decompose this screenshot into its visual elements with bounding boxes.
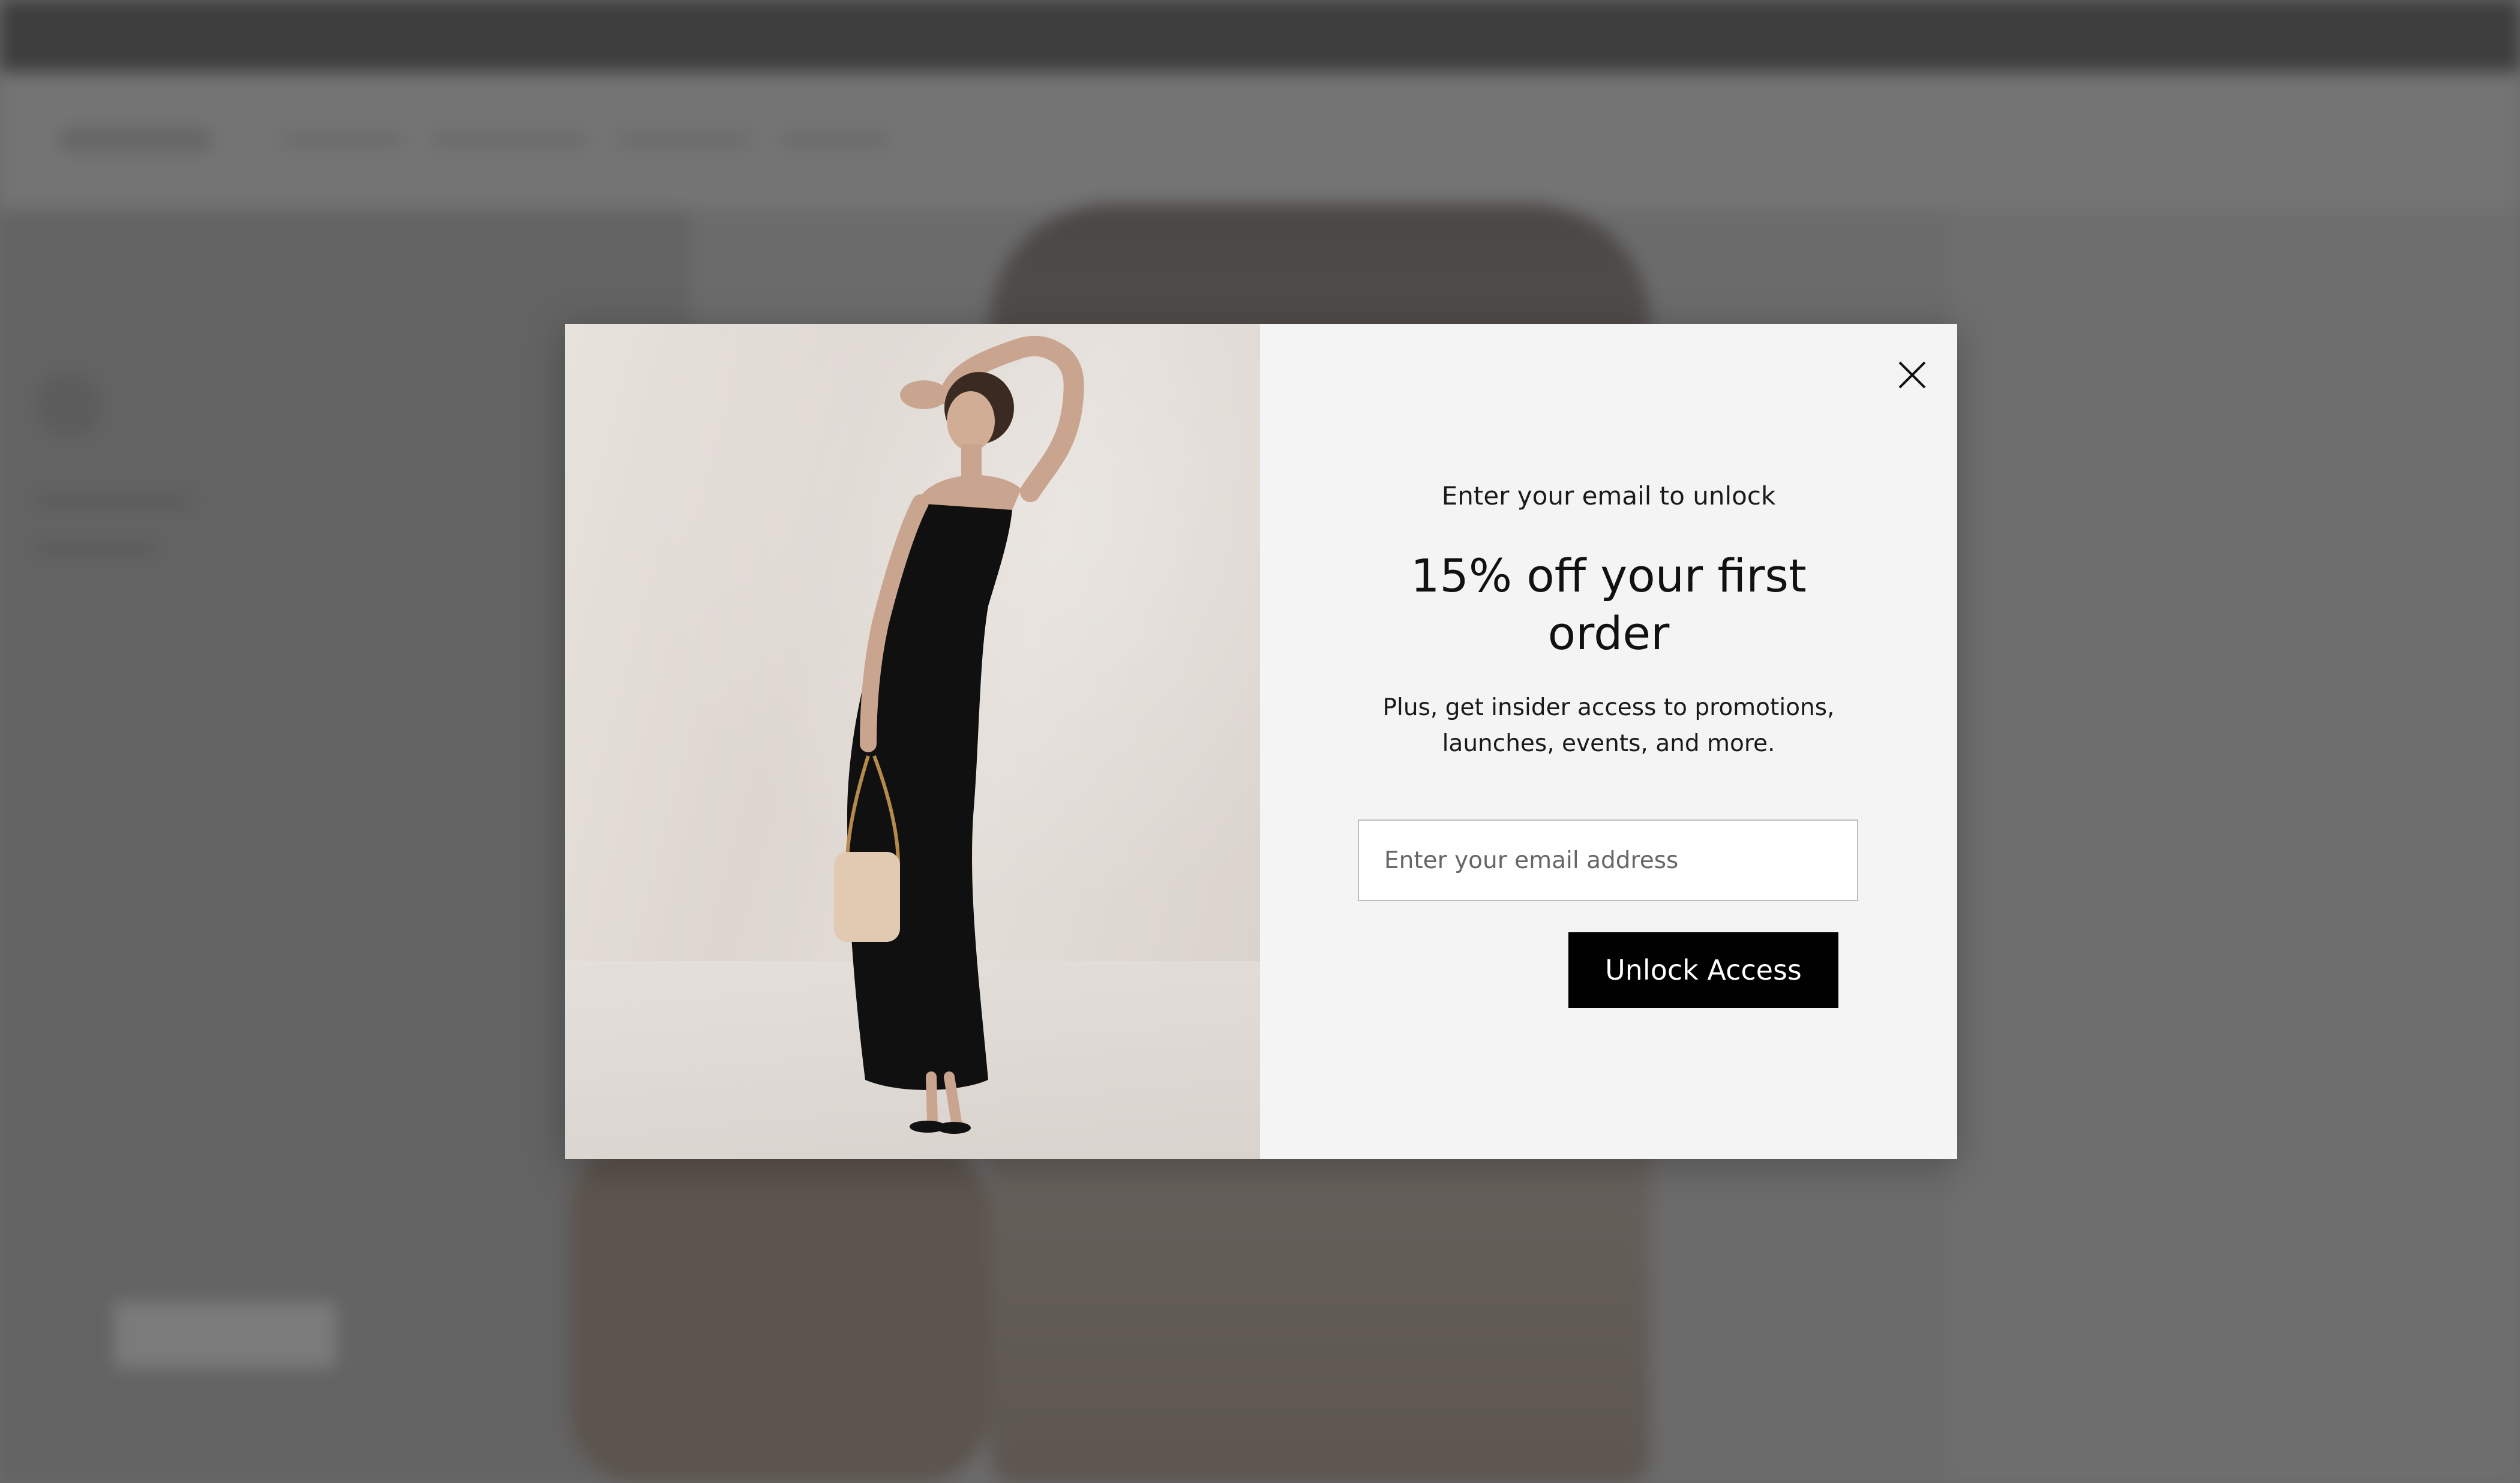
background-nav-item <box>618 133 750 146</box>
background-left-text <box>36 540 156 557</box>
model-photo <box>834 335 1084 1134</box>
background-left-text <box>36 492 192 509</box>
background-product-detail <box>570 1140 990 1483</box>
background-left-swatch <box>36 372 102 438</box>
email-input[interactable] <box>1358 819 1858 901</box>
modal-headline: 15% off your first order <box>1411 549 1807 660</box>
background-left-button <box>114 1302 336 1368</box>
modal-eyebrow: Enter your email to unlock <box>1441 481 1776 511</box>
background-nav-item <box>282 133 402 146</box>
close-icon <box>1898 361 1926 389</box>
modal-hero-image <box>565 324 1260 1159</box>
background-nav-item <box>780 133 888 146</box>
email-signup-modal: Enter your email to unlock 15% off your … <box>565 324 1957 1159</box>
modal-subtext: Plus, get insider access to promotions, … <box>1382 694 1835 757</box>
close-button[interactable] <box>1892 355 1932 395</box>
background-top-bar <box>0 0 2520 72</box>
page: Enter your email to unlock 15% off your … <box>0 0 2520 1483</box>
modal-content-panel: Enter your email to unlock 15% off your … <box>1260 324 1957 1159</box>
background-logo <box>60 129 210 151</box>
unlock-access-button[interactable]: Unlock Access <box>1568 932 1838 1008</box>
background-nav-item <box>432 133 588 146</box>
background-right-panel <box>1950 210 2520 1483</box>
